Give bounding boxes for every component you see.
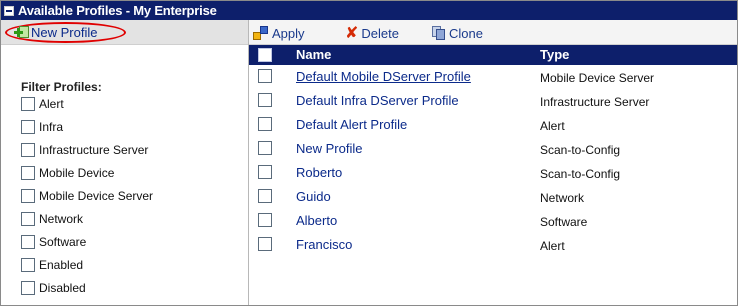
filter-label: Alert (39, 97, 64, 111)
filter-checkbox[interactable] (21, 281, 35, 295)
filter-checkbox[interactable] (21, 235, 35, 249)
column-header-type[interactable]: Type (540, 47, 569, 62)
profile-name-link[interactable]: Default Infra DServer Profile (296, 93, 459, 108)
filter-label: Infrastructure Server (39, 143, 149, 157)
filter-alert[interactable]: Alert (21, 95, 64, 113)
filter-label: Mobile Device (39, 166, 115, 180)
available-profiles-panel: Available Profiles - My Enterprise New P… (0, 0, 738, 306)
filter-checkbox[interactable] (21, 97, 35, 111)
new-profile-label: New Profile (31, 25, 98, 40)
profile-name-link[interactable]: New Profile (296, 141, 362, 156)
profiles-toolbar: Apply ✘ Delete Clone (249, 20, 737, 45)
profile-name-link[interactable]: Roberto (296, 165, 342, 180)
filter-heading: Filter Profiles: (21, 80, 102, 94)
filter-enabled[interactable]: Enabled (21, 256, 83, 274)
profile-type: Alert (540, 119, 565, 133)
profile-type: Software (540, 215, 588, 229)
table-row: Francisco Alert (249, 233, 737, 257)
collapse-icon[interactable] (4, 5, 14, 16)
delete-label: Delete (361, 25, 399, 41)
clone-button[interactable]: Clone (432, 23, 483, 43)
clone-icon (432, 26, 446, 40)
filter-checkbox[interactable] (21, 189, 35, 203)
table-header: Name Type (249, 45, 737, 65)
filter-checkbox[interactable] (21, 166, 35, 180)
delete-icon: ✘ (345, 23, 359, 42)
row-checkbox[interactable] (258, 141, 272, 155)
apply-icon (253, 26, 269, 40)
filter-checkbox[interactable] (21, 120, 35, 134)
table-row: New Profile Scan-to-Config (249, 137, 737, 161)
filter-checkbox[interactable] (21, 258, 35, 272)
row-checkbox[interactable] (258, 117, 272, 131)
filter-label: Infra (39, 120, 64, 134)
profile-type: Network (540, 191, 585, 205)
apply-label: Apply (272, 25, 305, 41)
profile-name-link[interactable]: Default Alert Profile (296, 117, 407, 132)
profile-name-link[interactable]: Guido (296, 189, 331, 204)
profile-name-link[interactable]: Alberto (296, 213, 337, 228)
filter-checkbox[interactable] (21, 143, 35, 157)
new-profile-icon (14, 26, 29, 39)
filter-network[interactable]: Network (21, 210, 83, 228)
profile-type: Infrastructure Server (540, 95, 650, 109)
column-header-name[interactable]: Name (296, 47, 331, 62)
table-row: Default Infra DServer Profile Infrastruct… (249, 89, 737, 113)
filter-software[interactable]: Software (21, 233, 86, 251)
profile-type: Mobile Device Server (540, 71, 655, 85)
table-row: Default Mobile DServer Profile Mobile Dev… (249, 65, 737, 89)
profile-name-link[interactable]: Default Mobile DServer Profile (296, 69, 471, 84)
filter-mobile-device[interactable]: Mobile Device (21, 164, 114, 182)
row-checkbox[interactable] (258, 189, 272, 203)
new-profile-bar: New Profile (1, 20, 248, 45)
panel-titlebar: Available Profiles - My Enterprise (1, 1, 737, 20)
filter-label: Software (39, 235, 87, 249)
filter-label: Enabled (39, 258, 84, 272)
filter-sidebar: New Profile Filter Profiles: Alert Infra… (1, 20, 249, 305)
filter-disabled[interactable]: Disabled (21, 279, 86, 297)
new-profile-button[interactable]: New Profile (5, 22, 126, 43)
row-checkbox[interactable] (258, 69, 272, 83)
filter-checkbox[interactable] (21, 212, 35, 226)
select-all-checkbox[interactable] (258, 48, 272, 62)
table-row: Alberto Software (249, 209, 737, 233)
row-checkbox[interactable] (258, 93, 272, 107)
filter-label: Mobile Device Server (39, 189, 154, 203)
profile-name-link[interactable]: Francisco (296, 237, 352, 252)
row-checkbox[interactable] (258, 237, 272, 251)
table-row: Default Alert Profile Alert (249, 113, 737, 137)
profile-type: Scan-to-Config (540, 143, 621, 157)
apply-button[interactable]: Apply (253, 23, 305, 43)
profile-type: Scan-to-Config (540, 167, 621, 181)
profile-type: Alert (540, 239, 565, 253)
filter-infra[interactable]: Infra (21, 118, 63, 136)
filter-infrastructure-server[interactable]: Infrastructure Server (21, 141, 148, 159)
clone-label: Clone (449, 25, 483, 41)
row-checkbox[interactable] (258, 213, 272, 227)
filter-mobile-device-server[interactable]: Mobile Device Server (21, 187, 153, 205)
filter-label: Network (39, 212, 84, 226)
panel-title: Available Profiles - My Enterprise (18, 3, 217, 18)
row-checkbox[interactable] (258, 165, 272, 179)
filter-label: Disabled (39, 281, 86, 295)
table-row: Roberto Scan-to-Config (249, 161, 737, 185)
delete-button[interactable]: ✘ Delete (345, 23, 399, 43)
table-row: Guido Network (249, 185, 737, 209)
